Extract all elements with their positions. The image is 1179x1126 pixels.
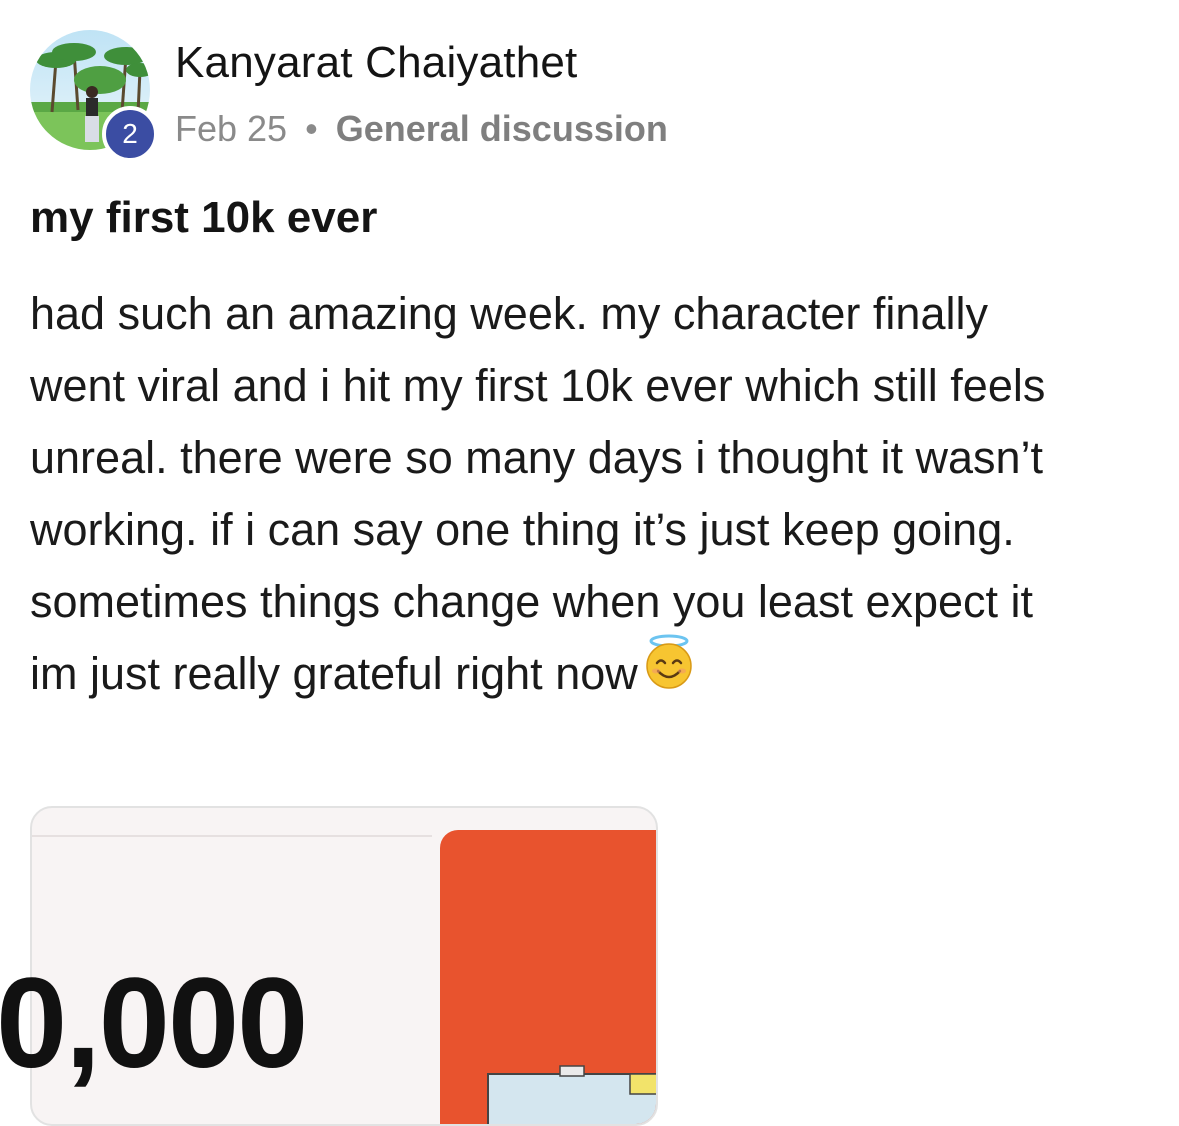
community-post: 2 Kanyarat Chaiyathet Feb 25 • General d… [0, 0, 1179, 1126]
post-body-line: had such an amazing week. my character f… [30, 288, 988, 339]
smiling-face-with-halo-icon [640, 633, 698, 712]
post-body-line: working. if i can say one thing it’s jus… [30, 504, 1015, 555]
attachment-divider [32, 835, 432, 837]
attachment-orange-panel [440, 830, 656, 1124]
post-body-line: went viral and i hit my first 10k ever w… [30, 360, 1046, 411]
post-body-line: im just really grateful right now [30, 648, 638, 699]
attachment-illustration [487, 1065, 656, 1124]
attachment-amount-text: 0,000 [0, 952, 308, 1095]
post-body-line: unreal. there were so many days i though… [30, 432, 1044, 483]
post-body: had such an amazing week. my character f… [30, 278, 1150, 712]
post-meta: Feb 25 • General discussion [175, 108, 668, 150]
author-name[interactable]: Kanyarat Chaiyathet [175, 38, 578, 88]
post-date: Feb 25 [175, 108, 288, 149]
meta-separator: • [305, 108, 318, 149]
post-body-last-line: im just really grateful right now [30, 634, 1150, 712]
post-category[interactable]: General discussion [336, 108, 668, 149]
post-title: my first 10k ever [30, 193, 378, 242]
post-body-line: sometimes things change when you least e… [30, 576, 1034, 627]
author-level-badge: 2 [102, 106, 158, 162]
